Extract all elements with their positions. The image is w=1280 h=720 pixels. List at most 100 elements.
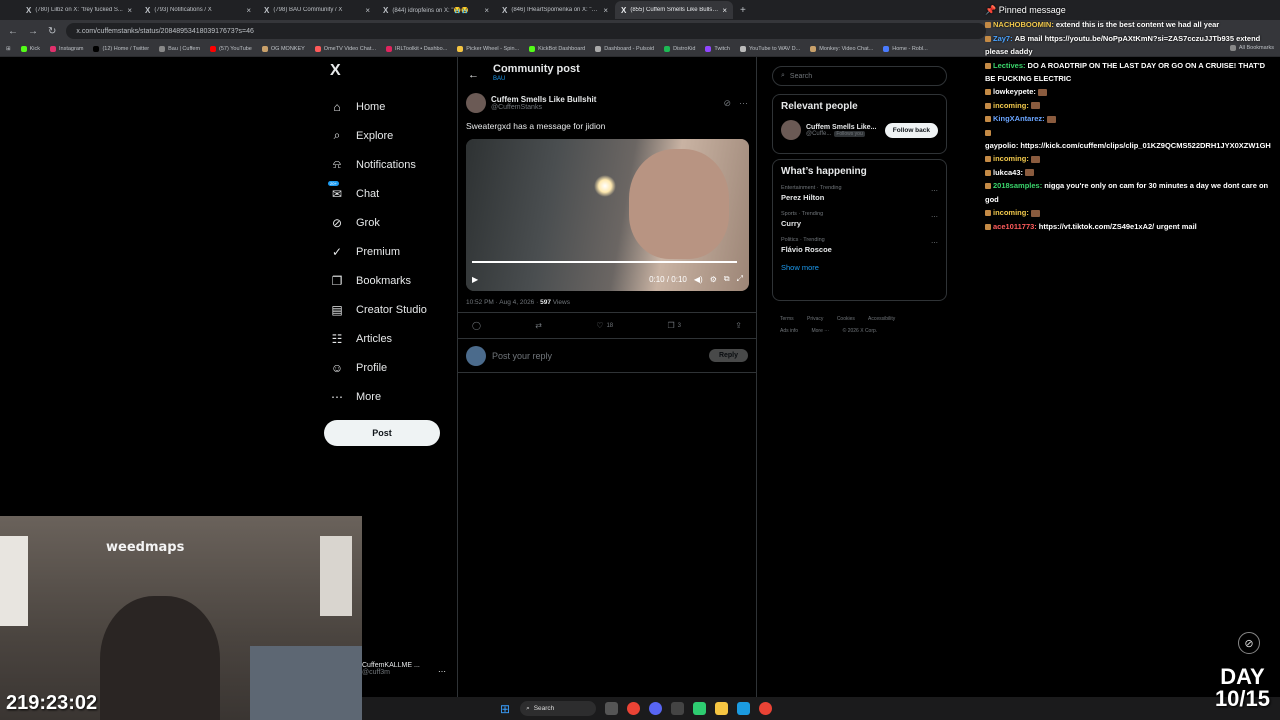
browser-tab[interactable]: X (846) IHeartSpomenka on X: "b... × <box>496 1 614 19</box>
x-account-switcher[interactable]: CuffemKALLME ... @cuff3m <box>362 662 420 676</box>
author-name[interactable]: Cuffem Smells Like Bullshit <box>491 95 596 104</box>
more-options-icon[interactable]: ⋯ <box>438 667 446 676</box>
apps-icon[interactable]: ⊞ <box>6 46 11 52</box>
share-action[interactable]: ⇪ <box>735 321 742 330</box>
bookmark-item[interactable]: Twitch <box>705 46 730 52</box>
footer-link[interactable]: Privacy <box>807 316 823 322</box>
bookmark-item[interactable]: Dashboard - Pulsoid <box>595 46 654 52</box>
more-options-icon[interactable]: ⋯ <box>739 98 748 109</box>
nav-item-more[interactable]: ⋯ More <box>322 382 452 411</box>
bookmark-item[interactable]: (57) YouTube <box>210 46 252 52</box>
bookmark-item[interactable]: IRLToolkit • Dashbo... <box>385 46 447 52</box>
new-tab-icon[interactable]: + <box>740 5 746 16</box>
bookmark-item[interactable]: Monkey: Video Chat... <box>810 46 873 52</box>
widgets-icon[interactable] <box>605 702 619 715</box>
reply-button[interactable]: Reply <box>708 349 748 362</box>
video-progress-bar[interactable] <box>472 261 737 263</box>
bookmark-item[interactable]: YouTube to WAV D... <box>739 46 800 52</box>
volume-icon[interactable]: ◀) <box>694 275 703 284</box>
steam-icon[interactable] <box>737 702 751 715</box>
footer-link[interactable]: More ··· <box>811 328 829 334</box>
app-icon[interactable] <box>671 702 685 715</box>
chat-username[interactable]: gaypolio: <box>985 141 1018 150</box>
forward-icon[interactable]: → <box>28 26 38 37</box>
trend-item[interactable]: Politics · Trending Flávio Roscoe ⋯ <box>781 237 938 254</box>
follow-back-button[interactable]: Follow back <box>884 122 938 138</box>
chat-username[interactable]: incoming: <box>993 154 1029 163</box>
repost-action[interactable]: ⇄ <box>535 321 542 330</box>
nav-item-premium[interactable]: ✓ Premium <box>322 237 452 266</box>
nav-item-creator-studio[interactable]: ▤ Creator Studio <box>322 295 452 324</box>
close-icon[interactable]: × <box>484 6 489 15</box>
settings-icon[interactable]: ⚙ <box>710 275 717 284</box>
reload-icon[interactable]: ↻ <box>48 26 56 37</box>
like-action[interactable]: ♡ 18 <box>596 321 613 330</box>
chat-username[interactable]: Zay7: <box>993 34 1013 43</box>
grok-icon[interactable]: ⊘ <box>723 98 731 109</box>
back-arrow-icon[interactable]: ← <box>468 69 479 81</box>
search-input[interactable]: ⌕ Search <box>772 66 947 86</box>
browser-tab[interactable]: X (844) idropfeins on X: "😭😭 × <box>377 1 495 19</box>
avatar[interactable] <box>466 93 486 113</box>
footer-link[interactable]: Terms <box>780 316 794 322</box>
chat-username[interactable]: KingXAntarez: <box>993 114 1045 123</box>
back-icon[interactable]: ← <box>8 26 18 37</box>
person-name[interactable]: Cuffem Smells Like... <box>806 124 876 131</box>
close-icon[interactable]: × <box>603 6 608 15</box>
author-handle[interactable]: @CuffemStanks <box>491 104 596 111</box>
relevant-person[interactable]: Cuffem Smells Like... @Cuffe... Follows y… <box>781 120 938 140</box>
bookmark-action[interactable]: ❐ 3 <box>667 321 681 330</box>
browser-tab[interactable]: X (798) BAU Community / X × <box>258 1 376 19</box>
url-field[interactable]: x.com/cuffemstanks/status/20848953418039… <box>66 23 987 39</box>
bookmark-item[interactable]: OG MONKEY <box>261 46 305 52</box>
trend-item[interactable]: Sports · Trending Curry ⋯ <box>781 211 938 228</box>
video-player[interactable]: ▶ 0:10 / 0:10 ◀) ⚙ ⧉ ⤢ <box>466 139 749 291</box>
nav-item-explore[interactable]: ⌕ Explore <box>322 121 452 150</box>
chat-username[interactable]: incoming: <box>993 101 1029 110</box>
chat-username[interactable]: Lectives: <box>993 61 1026 70</box>
chat-username[interactable]: NACHOBOOMIN: <box>993 20 1054 29</box>
bookmark-item[interactable]: Instagram <box>50 46 83 52</box>
close-icon[interactable]: × <box>127 6 132 15</box>
close-icon[interactable]: × <box>246 6 251 15</box>
avatar[interactable] <box>466 345 486 366</box>
chrome-icon[interactable] <box>759 702 773 715</box>
fullscreen-icon[interactable]: ⤢ <box>737 274 743 284</box>
chat-username[interactable]: lowkeypete: <box>993 87 1036 96</box>
bookmark-item[interactable]: Home - Robl... <box>883 46 928 52</box>
play-icon[interactable]: ▶ <box>472 275 478 284</box>
browser-tab-active[interactable]: X (855) Cuffem Smells Like Bullsh... × <box>615 1 733 19</box>
bookmark-item[interactable]: Bau | Cuffem <box>159 46 200 52</box>
nav-item-bookmarks[interactable]: ❐ Bookmarks <box>322 266 452 295</box>
more-options-icon[interactable]: ⋯ <box>931 239 938 247</box>
bookmark-item[interactable]: Picker Wheel - Spin... <box>457 46 519 52</box>
nav-item-profile[interactable]: ☺ Profile <box>322 353 452 382</box>
reply-action[interactable]: ◯ <box>472 321 481 330</box>
app-icon[interactable] <box>693 702 707 715</box>
avatar[interactable] <box>781 120 801 140</box>
show-more-link[interactable]: Show more <box>781 263 938 272</box>
reply-input[interactable]: Post your reply <box>492 351 703 361</box>
close-icon[interactable]: × <box>722 6 727 15</box>
close-icon[interactable]: × <box>365 6 370 15</box>
bookmark-item[interactable]: Kick <box>20 46 40 52</box>
nav-item-chat[interactable]: ✉ 20+ Chat <box>322 179 452 208</box>
more-options-icon[interactable]: ⋯ <box>931 213 938 221</box>
community-name[interactable]: BAU <box>493 76 580 82</box>
pip-icon[interactable]: ⧉ <box>724 274 730 284</box>
footer-link[interactable]: Ads info <box>780 328 798 334</box>
chat-username[interactable]: lukca43: <box>993 168 1023 177</box>
discord-icon[interactable] <box>649 702 663 715</box>
post-button[interactable]: Post <box>324 420 440 446</box>
footer-link[interactable]: Accessibility <box>868 316 895 322</box>
taskbar-search[interactable]: ⌕ Search <box>520 701 597 716</box>
nav-item-grok[interactable]: ⊘ Grok <box>322 208 452 237</box>
footer-link[interactable]: Cookies <box>837 316 855 322</box>
bookmark-item[interactable]: OmeTV Video Chat... <box>314 46 376 52</box>
bookmark-item[interactable]: DistroKid <box>664 46 695 52</box>
folder-icon[interactable] <box>715 702 729 715</box>
chat-username[interactable]: 2018samples: <box>993 181 1042 190</box>
chat-username[interactable]: ace1011773: <box>993 222 1037 231</box>
nav-item-notifications[interactable]: ⍾ Notifications <box>322 150 452 179</box>
trend-item[interactable]: Entertainment · Trending Perez Hilton ⋯ <box>781 185 938 202</box>
